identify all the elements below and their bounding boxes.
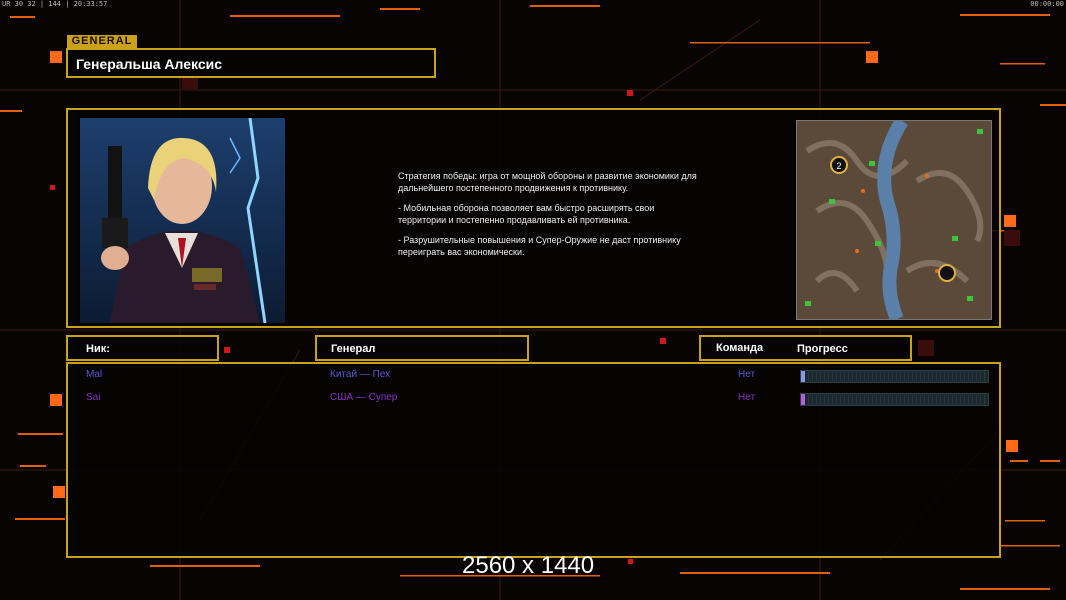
player-nick: Sai <box>86 392 101 403</box>
strategy-description: Стратегия победы: игра от мощной обороны… <box>398 170 698 266</box>
general-tag: GENERAL <box>67 35 137 48</box>
player-list-panel: Mal Китай — Пех Нет Sai США — Супер Нет <box>66 362 1001 558</box>
progress-header-label: Прогресс <box>797 343 848 355</box>
general-name: Генеральша Алексис <box>76 56 223 72</box>
description-line: Стратегия победы: игра от мощной обороны… <box>398 171 697 193</box>
hud-right-readout: 00:00:00 <box>1030 0 1064 8</box>
column-header-team-progress: Команда Прогресс <box>699 335 912 361</box>
player-general: США — Супер <box>330 392 398 403</box>
loading-progress-bar <box>800 370 989 383</box>
progress-fill <box>801 394 805 405</box>
general-title-box: Генеральша Алексис <box>66 48 436 78</box>
team-header-label: Команда <box>716 342 764 354</box>
loading-progress-bar <box>800 393 989 406</box>
description-line: - Мобильная оборона позволяет вам быстро… <box>398 203 655 225</box>
description-line: - Разрушительные повышения и Супер-Оружи… <box>398 235 681 257</box>
map-preview[interactable]: 2 <box>796 120 992 320</box>
player-row: Mal Китай — Пех Нет <box>68 366 999 386</box>
column-header-nick: Ник: <box>66 335 219 361</box>
player-team: Нет <box>738 392 756 403</box>
hud-left-readout: UR 30 32 | 144 | 20:33:57 <box>2 0 108 8</box>
player-nick: Mal <box>86 369 103 380</box>
start-position-marker: 2 <box>836 161 841 171</box>
general-header-label: Генерал <box>331 343 376 355</box>
general-portrait <box>80 118 285 323</box>
player-row: Sai США — Супер Нет <box>68 389 999 409</box>
nick-header-label: Ник: <box>86 343 110 355</box>
general-info-panel: Стратегия победы: игра от мощной обороны… <box>66 108 1001 328</box>
resolution-label: 2560 x 1440 <box>462 552 595 579</box>
progress-fill <box>801 371 805 382</box>
player-general: Китай — Пех <box>330 369 391 380</box>
player-team: Нет <box>738 369 756 380</box>
column-header-general: Генерал <box>315 335 529 361</box>
